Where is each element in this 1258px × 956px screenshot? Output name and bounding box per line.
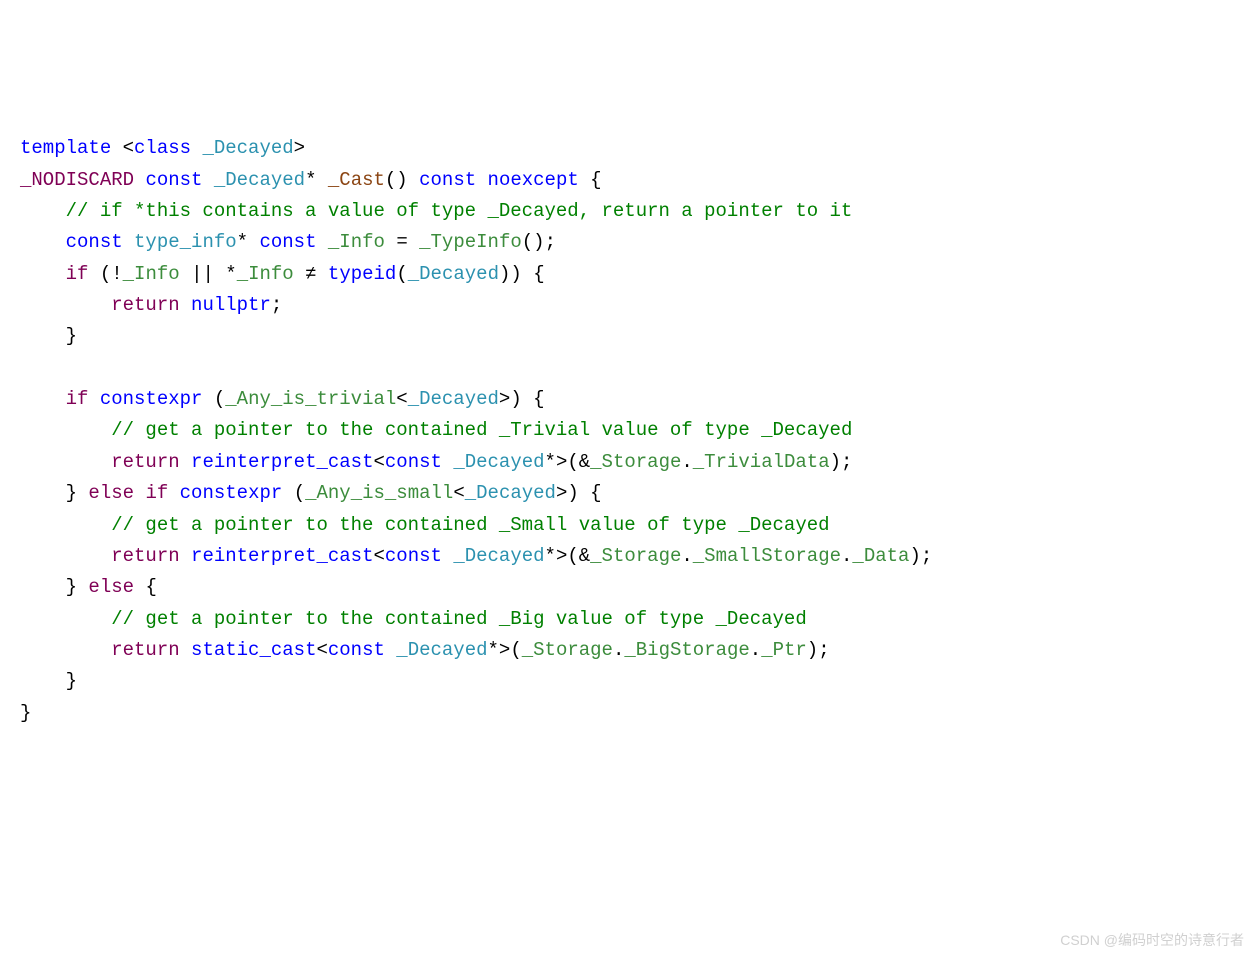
kw-const: const [66,231,123,253]
kw-reinterpret-cast: reinterpret_cast [191,451,373,473]
nodiscard-attr: _NODISCARD [20,169,134,191]
kw-reinterpret-cast: reinterpret_cast [191,545,373,567]
code-block: template <class _Decayed> _NODISCARD con… [20,133,1238,729]
line-6: return nullptr; [20,294,282,316]
comment: // get a pointer to the contained _Small… [111,514,829,536]
kw-noexcept: noexcept [488,169,579,191]
type-decayed: _Decayed [408,388,499,410]
kw-const: const [385,451,442,473]
line-17: return static_cast<const _Decayed*>(_Sto… [20,639,830,661]
comment: // if *this contains a value of type _De… [66,200,853,222]
member-data: _Data [852,545,909,567]
line-10: // get a pointer to the contained _Trivi… [20,419,852,441]
line-16: // get a pointer to the contained _Big v… [20,608,807,630]
kw-nullptr: nullptr [191,294,271,316]
line-7: } [20,325,77,347]
kw-return: return [111,639,179,661]
fn-typeinfo: _TypeInfo [419,231,522,253]
kw-if: if [145,482,168,504]
kw-if: if [66,388,89,410]
kw-constexpr: constexpr [180,482,283,504]
line-5: if (!_Info || *_Info ≠ typeid(_Decayed))… [20,263,545,285]
kw-return: return [111,451,179,473]
var-storage: _Storage [590,451,681,473]
line-4: const type_info* const _Info = _TypeInfo… [20,231,556,253]
kw-const: const [328,639,385,661]
type-decayed: _Decayed [453,545,544,567]
type-decayed: _Decayed [408,263,499,285]
kw-if: if [66,263,89,285]
var-info: _Info [237,263,294,285]
trait-trivial: _Any_is_trivial [225,388,396,410]
trait-small: _Any_is_small [305,482,453,504]
kw-const: const [259,231,316,253]
kw-return: return [111,294,179,316]
kw-typeid: typeid [328,263,396,285]
kw-class: class [134,137,191,159]
kw-template: template [20,137,111,159]
kw-constexpr: constexpr [100,388,203,410]
line-1: template <class _Decayed> [20,137,305,159]
kw-return: return [111,545,179,567]
line-14: return reinterpret_cast<const _Decayed*>… [20,545,932,567]
kw-static-cast: static_cast [191,639,316,661]
kw-else: else [88,482,134,504]
member-bigstorage: _BigStorage [624,639,749,661]
watermark-text: CSDN @编码时空的诗意行者 [1060,929,1244,952]
type-decayed: _Decayed [396,639,487,661]
line-18: } [20,670,77,692]
var-info: _Info [123,263,180,285]
type-decayed: _Decayed [465,482,556,504]
kw-const: const [419,169,476,191]
comment: // get a pointer to the contained _Trivi… [111,419,852,441]
kw-const: const [385,545,442,567]
comment: // get a pointer to the contained _Big v… [111,608,807,630]
kw-else: else [88,576,134,598]
type-decayed: _Decayed [214,169,305,191]
line-12: } else if constexpr (_Any_is_small<_Deca… [20,482,602,504]
member-trivialdata: _TrivialData [693,451,830,473]
var-info: _Info [328,231,385,253]
func-cast: _Cast [328,169,385,191]
var-storage: _Storage [522,639,613,661]
type-info: type_info [134,231,237,253]
kw-const: const [145,169,202,191]
line-13: // get a pointer to the contained _Small… [20,514,830,536]
line-19: } [20,702,31,724]
type-decayed: _Decayed [453,451,544,473]
member-smallstorage: _SmallStorage [693,545,841,567]
line-3: // if *this contains a value of type _De… [20,200,852,222]
line-2: _NODISCARD const _Decayed* _Cast() const… [20,169,602,191]
line-15: } else { [20,576,157,598]
line-9: if constexpr (_Any_is_trivial<_Decayed>)… [20,388,545,410]
type-decayed: _Decayed [202,137,293,159]
line-11: return reinterpret_cast<const _Decayed*>… [20,451,852,473]
var-storage: _Storage [590,545,681,567]
member-ptr: _Ptr [761,639,807,661]
